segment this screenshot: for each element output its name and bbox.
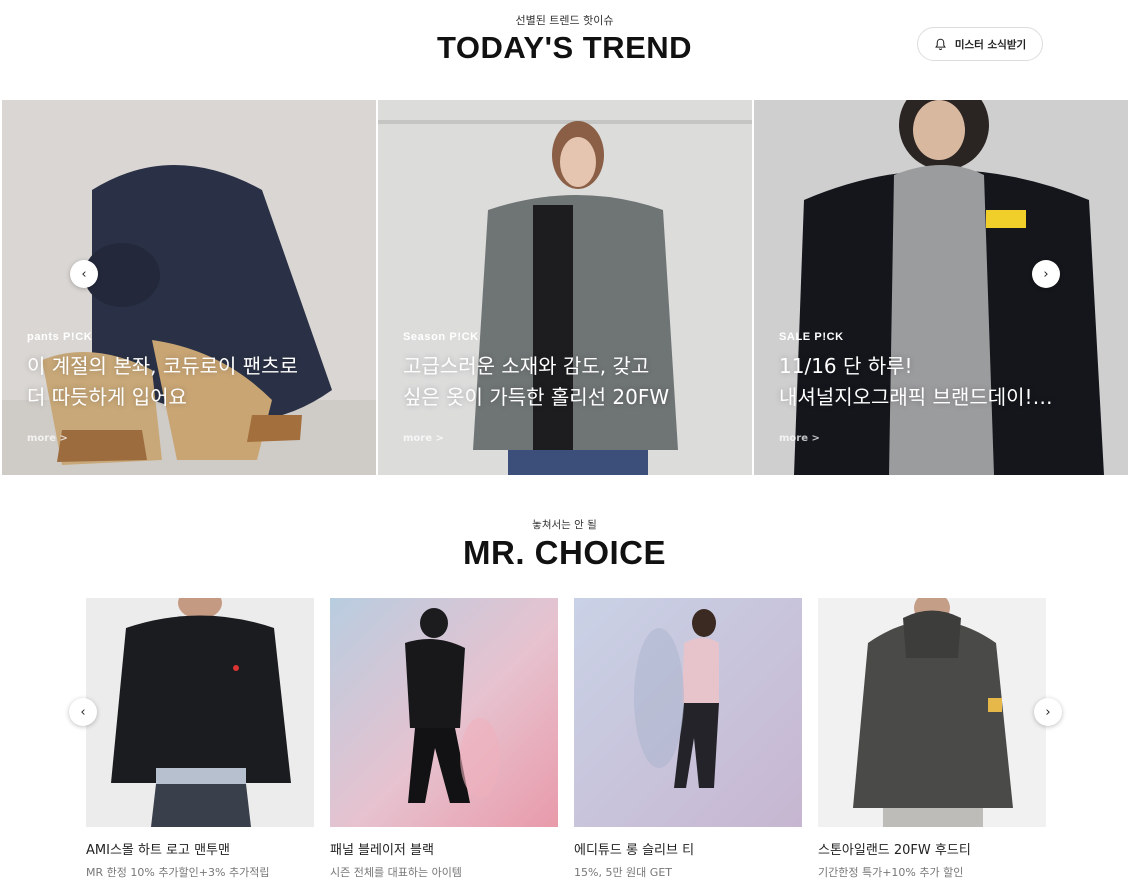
trend-eyebrow: 선별된 트렌드 핫이슈 xyxy=(515,14,614,27)
product-card[interactable]: 스톤아일랜드 20FW 후드티 기간한정 특가+10% 추가 할인 xyxy=(818,598,1046,880)
trend-next-arrow[interactable]: › xyxy=(1032,260,1060,288)
trend-card-image xyxy=(754,100,1128,475)
product-name: 스톤아일랜드 20FW 후드티 xyxy=(818,843,971,858)
product-description: 기간한정 특가+10% 추가 할인 xyxy=(818,866,964,879)
trend-card-headline: 11/16 단 하루! 내셔널지오그래픽 브랜드데이!… xyxy=(779,354,1053,409)
trend-card-tag: SALE P!CK xyxy=(779,331,844,343)
trend-card-more-link[interactable]: more > xyxy=(27,433,68,444)
product-description: MR 한정 10% 추가할인+3% 추가적립 xyxy=(86,866,270,879)
product-description: 15%, 5만 원대 GET xyxy=(574,866,672,879)
chevron-right-icon: › xyxy=(1045,704,1051,720)
product-name: 에디튜드 롱 슬리브 티 xyxy=(574,843,695,858)
trend-prev-arrow[interactable]: ‹ xyxy=(70,260,98,288)
trend-card[interactable]: ‹ pants P!CK 이 계절의 본좌, 코듀로이 팬츠로 더 따듯하게 입… xyxy=(2,100,376,475)
product-image xyxy=(86,598,314,827)
choice-carousel: AMI스몰 하트 로고 맨투맨 MR 한정 10% 추가할인+3% 추가적립 패… xyxy=(86,598,1046,880)
trend-card-more-link[interactable]: more > xyxy=(779,433,820,444)
trend-card-text: SALE P!CK 11/16 단 하루! 내셔널지오그래픽 브랜드데이!… xyxy=(779,331,1079,413)
chevron-left-icon: ‹ xyxy=(80,704,86,720)
choice-prev-arrow[interactable]: ‹ xyxy=(69,698,97,726)
trend-carousel: ‹ pants P!CK 이 계절의 본좌, 코듀로이 팬츠로 더 따듯하게 입… xyxy=(2,100,1129,475)
trend-card-headline: 고급스러운 소재와 감도, 갖고 싶은 옷이 가득한 홀리선 20FW xyxy=(403,354,670,409)
product-card[interactable]: 에디튜드 롱 슬리브 티 15%, 5만 원대 GET xyxy=(574,598,802,880)
trend-card-tag: pants P!CK xyxy=(27,331,93,343)
product-name: 패널 블레이저 블랙 xyxy=(330,843,434,858)
trend-card[interactable]: Season P!CK 고급스러운 소재와 감도, 갖고 싶은 옷이 가득한 홀… xyxy=(378,100,752,475)
trend-card-tag: Season P!CK xyxy=(403,331,479,343)
product-card[interactable]: AMI스몰 하트 로고 맨투맨 MR 한정 10% 추가할인+3% 추가적립 xyxy=(86,598,314,880)
subscribe-news-label: 미스터 소식받기 xyxy=(954,38,1027,51)
product-card[interactable]: 패널 블레이저 블랙 시즌 전체를 대표하는 아이템 xyxy=(330,598,558,880)
product-image xyxy=(818,598,1046,827)
choice-next-arrow[interactable]: › xyxy=(1034,698,1062,726)
trend-card-image xyxy=(2,100,376,475)
product-image xyxy=(574,598,802,827)
bell-icon xyxy=(935,38,946,50)
chevron-left-icon: ‹ xyxy=(81,266,87,282)
chevron-right-icon: › xyxy=(1043,266,1049,282)
subscribe-news-button[interactable]: 미스터 소식받기 xyxy=(917,27,1043,61)
trend-card-image xyxy=(378,100,752,475)
trend-card-more-link[interactable]: more > xyxy=(403,433,444,444)
trend-card-text: pants P!CK 이 계절의 본좌, 코듀로이 팬츠로 더 따듯하게 입어요 xyxy=(27,331,327,413)
choice-title: MR. CHOICE xyxy=(463,534,666,571)
product-image xyxy=(330,598,558,827)
product-name: AMI스몰 하트 로고 맨투맨 xyxy=(86,843,230,858)
product-description: 시즌 전체를 대표하는 아이템 xyxy=(330,866,462,879)
trend-card[interactable]: › SALE P!CK 11/16 단 하루! 내셔널지오그래픽 브랜드데이!…… xyxy=(754,100,1128,475)
trend-card-text: Season P!CK 고급스러운 소재와 감도, 갖고 싶은 옷이 가득한 홀… xyxy=(403,331,703,413)
choice-eyebrow: 놓쳐서는 안 될 xyxy=(532,519,597,531)
trend-card-headline: 이 계절의 본좌, 코듀로이 팬츠로 더 따듯하게 입어요 xyxy=(27,354,298,409)
